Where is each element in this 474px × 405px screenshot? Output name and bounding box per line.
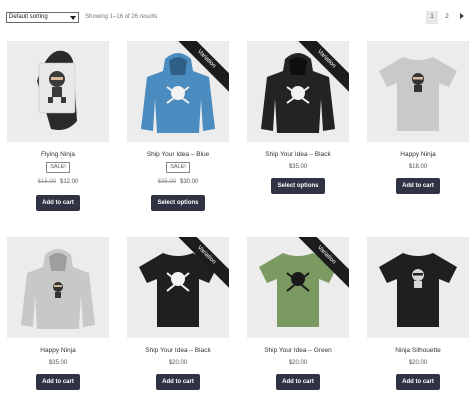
chevron-down-icon <box>70 16 76 20</box>
product-title[interactable]: Ship Your Idea – Green <box>247 347 349 354</box>
select-options-button[interactable]: Select options <box>151 195 205 211</box>
product-title[interactable]: Happy Ninja <box>367 151 469 158</box>
ninja-silhouette-tshirt-image <box>367 237 469 338</box>
sale-badge: SALE! <box>166 162 190 173</box>
product-image[interactable] <box>7 41 109 142</box>
add-to-cart-button[interactable]: Add to cart <box>36 374 80 390</box>
current-price: $30.00 <box>180 179 199 185</box>
product-title[interactable]: Ninja Silhouette <box>367 347 469 354</box>
product-price: $15.00 $12.00 <box>7 179 109 185</box>
product-image[interactable] <box>367 41 469 142</box>
product-price: $20.00 <box>408 360 428 366</box>
page-2-link[interactable]: 2 <box>441 11 453 24</box>
add-to-cart-button[interactable]: Add to cart <box>156 374 200 390</box>
old-price: $15.00 <box>37 179 56 185</box>
product-price: $18.00 <box>408 164 428 170</box>
product-price: $35.00 $30.00 <box>127 179 229 185</box>
select-options-button[interactable]: Select options <box>271 178 325 194</box>
add-to-cart-button[interactable]: Add to cart <box>396 178 440 194</box>
black-tshirt-image <box>127 237 229 338</box>
current-price: $12.00 <box>60 179 79 185</box>
product-title[interactable]: Ship Your Idea – Blue <box>127 151 229 158</box>
grey-hoodie-image <box>7 237 109 338</box>
page-1-current: 1 <box>426 11 438 24</box>
product-image[interactable]: Variation <box>127 237 229 338</box>
product-image[interactable] <box>7 237 109 338</box>
grey-tshirt-image <box>367 41 469 142</box>
product-title[interactable]: Happy Ninja <box>7 347 109 354</box>
product-price: $35.00 <box>48 360 68 366</box>
next-page-link[interactable] <box>456 11 468 24</box>
add-to-cart-button[interactable]: Add to cart <box>36 195 80 211</box>
product-image[interactable]: Variation <box>247 237 349 338</box>
product-image[interactable]: Variation <box>127 41 229 142</box>
add-to-cart-button[interactable]: Add to cart <box>396 374 440 390</box>
result-count: Showing 1–16 of 26 results <box>85 14 158 20</box>
product-title[interactable]: Flying Ninja <box>7 151 109 158</box>
product-title[interactable]: Ship Your Idea – Black <box>127 347 229 354</box>
product-image[interactable]: Variation <box>247 41 349 142</box>
product-title[interactable]: Ship Your Idea – Black <box>247 151 349 158</box>
old-price: $35.00 <box>157 179 176 185</box>
product-price: $20.00 <box>288 360 308 366</box>
product-image[interactable] <box>367 237 469 338</box>
chevron-right-icon <box>460 13 464 20</box>
sort-select-value: Default sorting <box>9 14 48 20</box>
blue-hoodie-image <box>127 41 229 142</box>
product-price: $35.00 <box>288 164 308 170</box>
green-tshirt-image <box>247 237 349 338</box>
sale-badge: SALE! <box>46 162 70 173</box>
sort-select[interactable]: Default sorting <box>6 12 79 23</box>
add-to-cart-button[interactable]: Add to cart <box>276 374 320 390</box>
product-price: $20.00 <box>168 360 188 366</box>
black-hoodie-image <box>247 41 349 142</box>
ninja-poster-image <box>7 41 109 142</box>
shop-toolbar: Default sorting Showing 1–16 of 26 resul… <box>0 0 474 34</box>
